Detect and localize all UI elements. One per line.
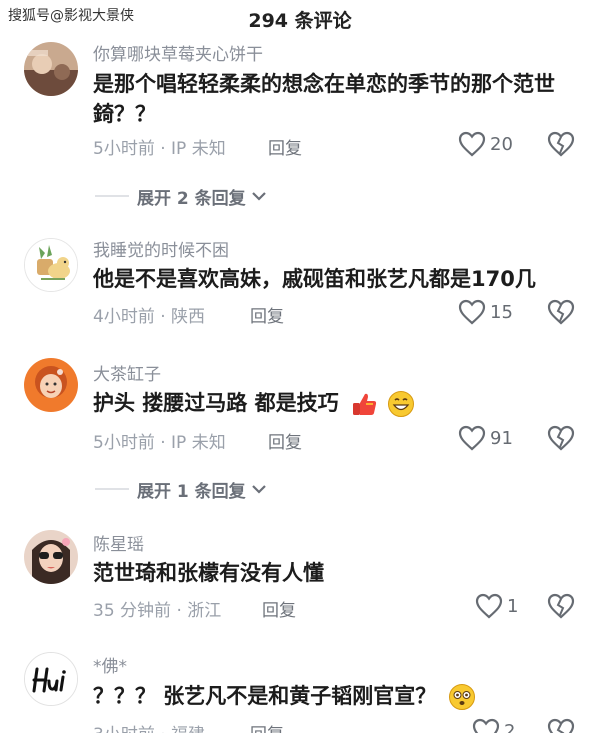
broken-heart-icon xyxy=(547,131,575,157)
divider xyxy=(95,195,129,197)
comment-text: 护头 搂腰过马路 都是技巧 xyxy=(93,388,573,418)
like-button[interactable]: 15 xyxy=(458,299,513,325)
comment-username[interactable]: 大茶缸子 xyxy=(93,360,161,385)
like-button[interactable]: 91 xyxy=(458,425,513,451)
comment-text-body: 护头 搂腰过马路 都是技巧 xyxy=(93,391,339,415)
comment-count-title: 294 条评论 xyxy=(248,10,352,32)
comment-text: 是那个唱轻轻柔柔的想念在单恋的季节的那个范世錡？？ xyxy=(93,72,555,126)
comment-meta: 5小时前 · IP 未知 xyxy=(93,433,226,453)
chevron-down-icon xyxy=(251,485,266,494)
broken-heart-icon xyxy=(547,425,575,451)
comment-text: 他是不是喜欢高妹，戚砚笛和张艺凡都是170几 xyxy=(93,267,536,291)
comment-username[interactable]: 陈星瑶 xyxy=(93,530,144,555)
comment-username[interactable]: *佛* xyxy=(93,652,127,677)
broken-heart-icon xyxy=(547,718,575,733)
thumbs-up-icon xyxy=(352,393,377,415)
chevron-down-icon xyxy=(251,192,266,201)
grinning-face-icon xyxy=(388,391,415,417)
like-count: 20 xyxy=(490,133,513,155)
dislike-button[interactable] xyxy=(547,425,575,451)
heart-icon xyxy=(472,718,500,733)
heart-icon xyxy=(458,299,486,325)
photo-sunglasses-avatar-icon[interactable] xyxy=(24,530,78,584)
cartoon-girl-avatar-icon[interactable] xyxy=(24,358,78,412)
divider xyxy=(95,488,129,490)
expand-replies-label: 展开 1 条回复 xyxy=(137,481,246,502)
photo-avatar-icon[interactable] xyxy=(24,42,78,96)
comment-text: 范世琦和张檬有没有人懂 xyxy=(93,561,324,585)
comment-meta: 4小时前 · 陕西 xyxy=(93,307,206,327)
like-count: 1 xyxy=(507,595,519,617)
comment-meta: 5小时前 · IP 未知 xyxy=(93,139,226,159)
heart-icon xyxy=(458,131,486,157)
like-button[interactable]: 20 xyxy=(458,131,513,157)
comment-username[interactable]: 你算哪块草莓夹心饼干 xyxy=(93,40,263,65)
comments-header: 搜狐号@影视大景侠 294 条评论 xyxy=(0,0,600,38)
reply-button[interactable]: 回复 xyxy=(262,596,296,621)
heart-icon xyxy=(458,425,486,451)
like-count: 91 xyxy=(490,427,513,449)
like-button[interactable]: 1 xyxy=(475,593,518,619)
broken-heart-icon xyxy=(547,593,575,619)
broken-heart-icon xyxy=(547,299,575,325)
cartoon-dog-avatar-icon[interactable] xyxy=(24,238,78,292)
dislike-button[interactable] xyxy=(547,718,575,733)
surprised-face-icon xyxy=(448,684,475,710)
like-count: 15 xyxy=(490,301,513,323)
reply-button[interactable]: 回复 xyxy=(250,720,284,733)
heart-icon xyxy=(475,593,503,619)
dislike-button[interactable] xyxy=(547,131,575,157)
like-count: 2 xyxy=(504,720,516,733)
expand-replies-label: 展开 2 条回复 xyxy=(137,188,246,209)
reply-button[interactable]: 回复 xyxy=(250,302,284,327)
comment-text-body: ？？？ 张艺凡不是和黄子韬刚官宣？ xyxy=(93,684,437,708)
comment-meta: 35 分钟前 · 浙江 xyxy=(93,601,222,621)
reply-button[interactable]: 回复 xyxy=(268,134,302,159)
hui-logo-avatar-icon[interactable] xyxy=(24,652,78,706)
comment-text: ？？？ 张艺凡不是和黄子韬刚官宣？ xyxy=(93,681,573,711)
dislike-button[interactable] xyxy=(547,593,575,619)
dislike-button[interactable] xyxy=(547,299,575,325)
expand-replies-button[interactable]: 展开 1 条回复 xyxy=(95,477,268,502)
like-button[interactable]: 2 xyxy=(472,718,515,733)
reply-button[interactable]: 回复 xyxy=(268,428,302,453)
expand-replies-button[interactable]: 展开 2 条回复 xyxy=(95,184,268,209)
comment-meta: 3小时前 · 福建 xyxy=(93,720,205,733)
comment-username[interactable]: 我睡觉的时候不困 xyxy=(93,236,229,261)
